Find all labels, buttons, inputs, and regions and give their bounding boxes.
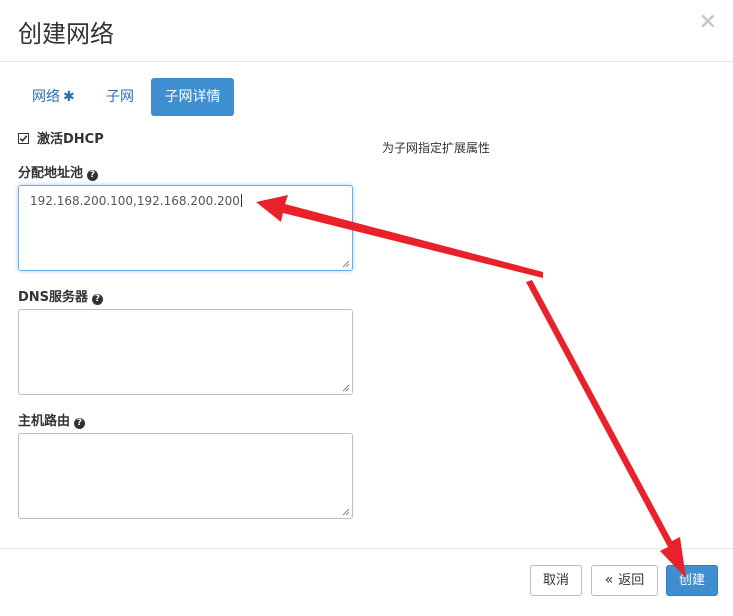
enable-dhcp-checkbox[interactable]: 激活DHCP [18, 128, 104, 147]
checkbox-checked-icon[interactable] [18, 133, 29, 144]
back-button-label: 返回 [618, 573, 645, 588]
allocation-pools-label: 分配地址池? [18, 162, 99, 181]
cancel-button[interactable]: 取消 [530, 565, 582, 596]
tab-subnet[interactable]: 子网 [92, 78, 148, 116]
annotation-arrow-to-create-button [526, 280, 686, 578]
tab-subnet-details-label: 子网详情 [164, 89, 221, 105]
tab-network-label: 网络 [32, 89, 60, 105]
tab-subnet-label: 子网 [106, 89, 134, 105]
resize-grip-icon[interactable] [342, 260, 350, 268]
host-routes-label-text: 主机路由 [18, 414, 71, 429]
host-routes-textarea[interactable] [18, 433, 353, 519]
enable-dhcp-label: 激活DHCP [37, 132, 104, 147]
close-button[interactable]: × [699, 11, 717, 33]
text-caret [240, 194, 242, 207]
modal-header: 创建网络 × [0, 0, 733, 62]
allocation-pools-label-text: 分配地址池 [18, 166, 84, 181]
help-icon[interactable]: ? [92, 294, 104, 305]
back-button[interactable]: « 返回 [591, 565, 658, 596]
tab-subnet-details[interactable]: 子网详情 [151, 78, 234, 116]
subnet-details-description: 为子网指定扩展属性 [382, 141, 491, 155]
allocation-pools-value: 192.168.200.100,192.168.200.200 [30, 194, 242, 208]
required-mark-icon: ✱ [63, 89, 75, 105]
allocation-pools-value-text: 192.168.200.100,192.168.200.200 [30, 194, 240, 208]
dialog-title: 创建网络 [18, 20, 114, 48]
dns-servers-textarea[interactable] [18, 309, 353, 395]
allocation-pools-textarea[interactable]: 192.168.200.100,192.168.200.200 [18, 185, 353, 271]
host-routes-label: 主机路由? [18, 410, 86, 429]
double-chevron-left-icon: « [604, 572, 614, 588]
help-icon[interactable]: ? [74, 418, 86, 429]
tab-network[interactable]: 网络 ✱ [18, 78, 89, 116]
dns-servers-label: DNS服务器? [18, 286, 104, 305]
help-icon[interactable]: ? [87, 170, 99, 181]
resize-grip-icon[interactable] [342, 384, 350, 392]
resize-grip-icon[interactable] [342, 508, 350, 516]
create-button[interactable]: 创建 [666, 565, 718, 596]
dns-servers-label-text: DNS服务器 [18, 290, 89, 305]
